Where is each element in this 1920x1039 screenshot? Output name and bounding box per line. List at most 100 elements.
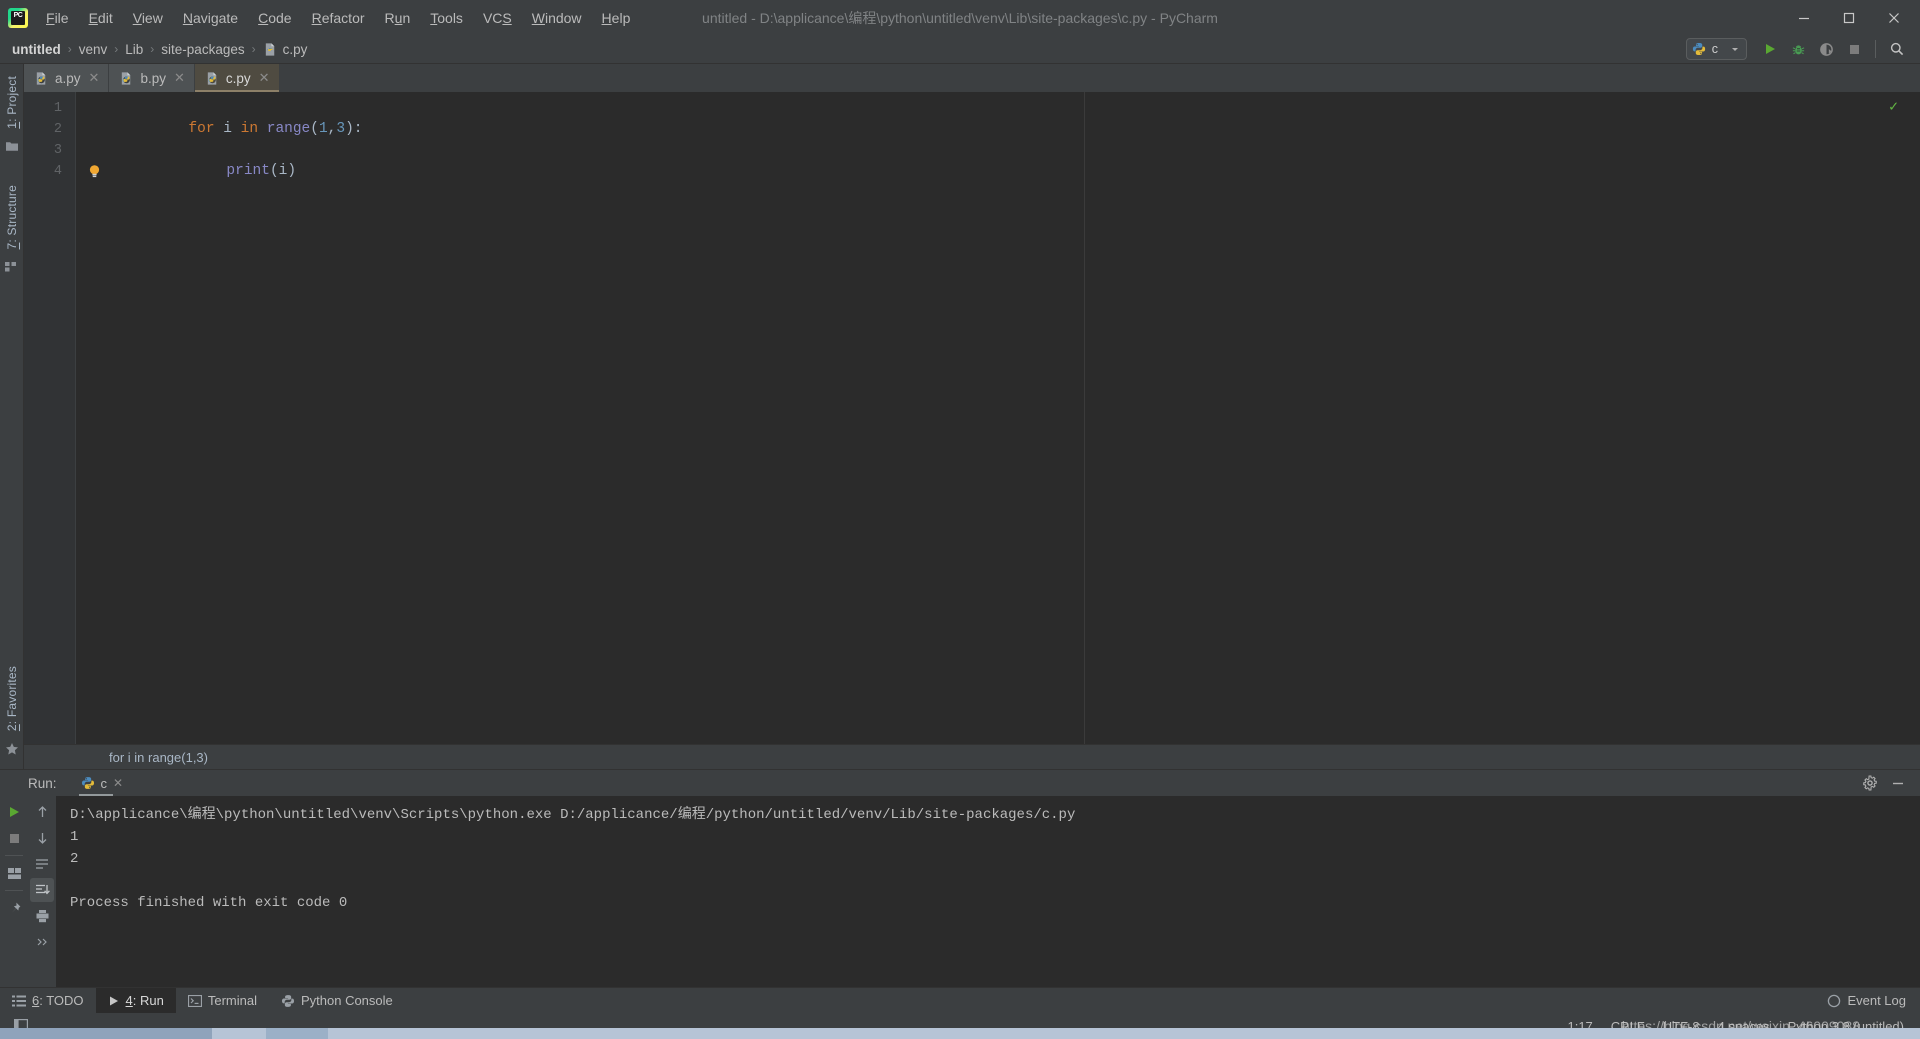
run-configuration-selector[interactable]: c bbox=[1685, 38, 1747, 60]
toggle-tasks-button[interactable] bbox=[2, 861, 26, 885]
breadcrumb-separator: › bbox=[150, 42, 155, 56]
run-header-actions bbox=[1858, 771, 1920, 795]
menu-help[interactable]: Help bbox=[592, 6, 641, 30]
editor-tab-cpy[interactable]: c.py ✕ bbox=[194, 64, 280, 92]
run-icon bbox=[108, 995, 120, 1007]
bottom-tab-todo[interactable]: 6: TODO bbox=[0, 988, 96, 1013]
debug-button[interactable] bbox=[1785, 37, 1811, 61]
left-rail-bottom: 2: Favorites bbox=[2, 660, 22, 769]
run-tool-label: Run: bbox=[28, 775, 57, 791]
event-log-label: Event Log bbox=[1847, 993, 1906, 1008]
sidebar-item-structure[interactable]: 7: Structure bbox=[2, 179, 22, 255]
run-tool-header: Run: c ✕ bbox=[0, 770, 1920, 796]
event-log-icon bbox=[1827, 994, 1841, 1008]
editor-scrollbar[interactable] bbox=[1908, 92, 1920, 744]
run-actions-toolbar bbox=[0, 796, 28, 987]
taskbar-segment bbox=[0, 1028, 212, 1039]
run-console-output[interactable]: D:\applicance\编程\python\untitled\venv\Sc… bbox=[56, 796, 1920, 987]
event-log-button[interactable]: Event Log bbox=[1827, 988, 1920, 1013]
bottom-tab-python-console[interactable]: Python Console bbox=[269, 988, 405, 1013]
menu-vcs[interactable]: VCS bbox=[473, 6, 522, 30]
pin-tab-button[interactable] bbox=[2, 896, 26, 920]
line-number-gutter: 1 2 3 4 bbox=[24, 92, 76, 744]
code-line-2[interactable]: print(i) bbox=[76, 119, 1908, 179]
logo-text: PC bbox=[13, 11, 23, 19]
code-line-3[interactable] bbox=[76, 140, 1908, 161]
breadcrumb-separator: › bbox=[251, 42, 256, 56]
folder-icon[interactable] bbox=[5, 140, 19, 152]
run-session-close-icon[interactable]: ✕ bbox=[113, 776, 123, 790]
menu-navigate[interactable]: Navigate bbox=[173, 6, 248, 30]
inspection-status-icon[interactable]: ✓ bbox=[1889, 97, 1898, 116]
scroll-down-button[interactable] bbox=[30, 826, 54, 850]
bottom-tab-label: Python Console bbox=[300, 993, 393, 1008]
sidebar-item-project[interactable]: 1: Project bbox=[2, 70, 22, 135]
coverage-icon bbox=[1819, 42, 1833, 56]
menu-code[interactable]: Code bbox=[248, 6, 301, 30]
intention-bulb-icon[interactable] bbox=[88, 122, 101, 178]
run-tool-body: D:\applicance\编程\python\untitled\venv\Sc… bbox=[0, 796, 1920, 987]
window-controls bbox=[1781, 0, 1920, 35]
breadcrumb-cpy[interactable]: c.py bbox=[263, 42, 307, 57]
breadcrumb-separator: › bbox=[67, 42, 72, 56]
right-margin-guide bbox=[1084, 92, 1085, 744]
code-line-1[interactable]: for i in range(1,3): bbox=[76, 98, 1908, 137]
bottom-tab-run[interactable]: 4: Run bbox=[95, 988, 176, 1013]
tab-close-icon[interactable]: ✕ bbox=[259, 70, 270, 86]
breadcrumb-venv[interactable]: venv bbox=[79, 42, 108, 57]
soft-wrap-button[interactable] bbox=[30, 852, 54, 876]
stop-process-button[interactable] bbox=[2, 826, 26, 850]
run-configuration-name: c bbox=[1711, 42, 1718, 56]
hide-run-window-button[interactable] bbox=[1886, 771, 1910, 795]
status-bar: 1:17 CRLF UTF-8 4 spaces Python 3.8 (unt… bbox=[0, 1013, 1920, 1039]
taskbar-strip bbox=[0, 1028, 1920, 1039]
title-bar: PC File Edit View Navigate Code Refactor… bbox=[0, 0, 1920, 35]
menu-tools[interactable]: Tools bbox=[420, 6, 473, 30]
menu-refactor[interactable]: Refactor bbox=[302, 6, 375, 30]
tab-close-icon[interactable]: ✕ bbox=[89, 70, 100, 86]
todo-icon bbox=[12, 995, 26, 1007]
run-settings-button[interactable] bbox=[1858, 771, 1882, 795]
search-everywhere-button[interactable] bbox=[1884, 37, 1910, 61]
scroll-up-button[interactable] bbox=[30, 800, 54, 824]
toolbar-divider bbox=[1875, 40, 1876, 58]
tab-close-icon[interactable]: ✕ bbox=[174, 70, 185, 86]
minimize-panel-icon bbox=[1893, 782, 1903, 785]
menu-view[interactable]: View bbox=[123, 6, 173, 30]
run-session-tab[interactable]: c ✕ bbox=[75, 774, 130, 796]
code-line-4[interactable] bbox=[76, 161, 1908, 182]
scroll-to-end-button[interactable] bbox=[30, 878, 54, 902]
python-file-icon bbox=[263, 42, 278, 57]
close-button[interactable] bbox=[1871, 0, 1916, 35]
structure-icon[interactable] bbox=[5, 260, 18, 273]
soft-wrap-icon bbox=[35, 859, 48, 869]
bottom-tab-terminal[interactable]: Terminal bbox=[176, 988, 269, 1013]
run-button[interactable] bbox=[1757, 37, 1783, 61]
sidebar-item-favorites[interactable]: 2: Favorites bbox=[2, 660, 22, 737]
more-actions-button[interactable] bbox=[30, 930, 54, 954]
breadcrumb-lib[interactable]: Lib bbox=[125, 42, 143, 57]
minimize-button[interactable] bbox=[1781, 0, 1826, 35]
run-with-coverage-button[interactable] bbox=[1813, 37, 1839, 61]
print-button[interactable] bbox=[30, 904, 54, 928]
editor-tab-bpy[interactable]: b.py ✕ bbox=[109, 64, 195, 92]
code-editor[interactable]: for i in range(1,3): print(i) ✓ bbox=[76, 92, 1908, 744]
menu-run[interactable]: Run bbox=[375, 6, 421, 30]
console-line-output: 1 bbox=[70, 829, 79, 845]
star-icon[interactable] bbox=[5, 742, 19, 756]
stop-button[interactable] bbox=[1841, 37, 1867, 61]
maximize-button[interactable] bbox=[1826, 0, 1871, 35]
pycharm-logo-icon: PC bbox=[8, 7, 28, 28]
menu-edit[interactable]: Edit bbox=[79, 6, 123, 30]
rerun-button[interactable] bbox=[2, 800, 26, 824]
menu-window[interactable]: Window bbox=[522, 6, 592, 30]
editor-tab-apy[interactable]: a.py ✕ bbox=[24, 64, 110, 92]
menu-file[interactable]: File bbox=[36, 6, 79, 30]
play-icon bbox=[1766, 44, 1775, 54]
breadcrumb-site-packages[interactable]: site-packages bbox=[161, 42, 244, 57]
breadcrumb-untitled[interactable]: untitled bbox=[12, 42, 61, 57]
python-file-icon bbox=[119, 71, 134, 86]
breadcrumb-separator: › bbox=[114, 42, 119, 56]
menu-bar: File Edit View Navigate Code Refactor Ru… bbox=[36, 0, 640, 35]
chevron-down-icon[interactable] bbox=[1730, 44, 1740, 54]
